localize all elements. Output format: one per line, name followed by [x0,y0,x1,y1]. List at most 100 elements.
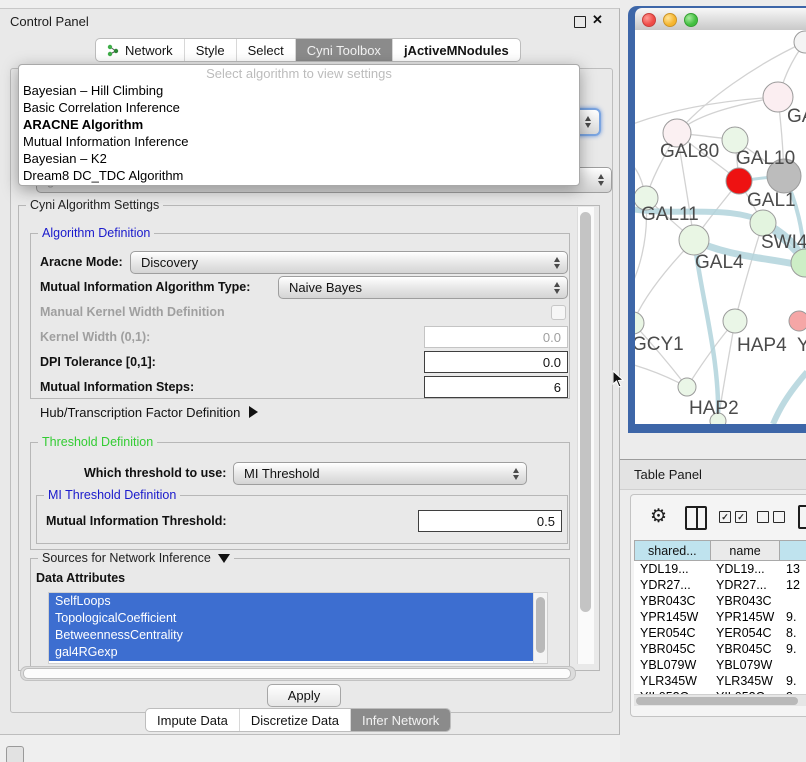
column-header-partial[interactable] [779,540,806,561]
float-window-icon[interactable] [574,16,586,28]
network-canvas[interactable]: GALGAL80GAL10GAL1GAL11GAL4SWI4GCY1HAP4YH… [635,30,806,424]
network-window-titlebar[interactable] [635,8,806,31]
list-scrollbar[interactable] [533,593,547,663]
aracne-mode-combo[interactable]: Discovery [130,251,568,274]
mi-threshold-field[interactable]: 0.5 [418,510,562,532]
column-header-name[interactable]: name [710,540,780,561]
table-row[interactable]: YPR145WYPR145W9. [634,609,806,625]
network-node[interactable] [794,31,806,53]
tab-label: jActiveMNodules [404,43,509,58]
table-cell: 9. [780,642,806,656]
window-zoom-icon[interactable] [684,13,698,27]
table-row[interactable]: YER054CYER054C8. [634,625,806,641]
mi-steps-value: 6 [554,380,561,395]
scrollbar-thumb[interactable] [536,597,545,653]
network-node[interactable] [679,225,709,255]
network-edge[interactable] [635,323,687,387]
network-edge[interactable] [773,372,806,424]
network-edge[interactable] [677,97,778,133]
expand-right-icon [249,406,258,418]
window-minimize-icon[interactable] [663,13,677,27]
dropdown-item[interactable]: Bayesian – Hill Climbing [19,82,579,99]
dropdown-item[interactable]: Basic Correlation Inference [19,99,579,116]
control-panel: Control Panel ✕ Network [0,8,620,735]
mi-algorithm-type-combo[interactable]: Naive Bayes [278,276,568,299]
table-cell: YLR345W [634,674,710,688]
tab-network[interactable]: Network [96,39,185,61]
split-view-icon[interactable] [685,506,707,530]
table-row[interactable]: YBR043CYBR043C [634,593,806,609]
aracne-mode-value: Discovery [141,255,198,270]
table-cell: YPR145W [634,610,710,624]
table-row[interactable]: YDR27...YDR27...12 [634,577,806,593]
tab-infer-network[interactable]: Infer Network [351,709,450,731]
network-node[interactable] [723,309,747,333]
mouse-cursor-icon [612,370,624,393]
gear-icon[interactable]: ⚙ [650,505,667,528]
column-header-shared-name[interactable]: shared... [634,540,710,561]
which-threshold-combo[interactable]: MI Threshold [233,462,527,485]
mi-threshold-label: Mutual Information Threshold: [46,514,227,528]
tab-style[interactable]: Style [185,39,237,61]
tab-cyni-toolbox[interactable]: Cyni Toolbox [296,39,393,61]
hub-definition-expander[interactable]: Hub/Transcription Factor Definition [40,405,258,420]
attribute-list-item[interactable]: TopologicalCoefficient [49,610,538,627]
tab-jactivemnodules[interactable]: jActiveMNodules [393,39,520,61]
dropdown-item[interactable]: Mutual Information Inference [19,133,579,150]
tab-select[interactable]: Select [237,39,296,61]
stepper-icon [598,174,604,186]
tab-discretize-data[interactable]: Discretize Data [240,709,351,731]
kernel-width-field[interactable]: 0.0 [424,326,568,348]
minimized-panel-icon[interactable] [6,746,24,762]
collapse-down-icon [218,554,230,563]
dropdown-item[interactable]: Dream8 DC_TDC Algorithm [19,167,579,184]
data-attributes-list[interactable]: SelfLoopsTopologicalCoefficientBetweenne… [48,592,548,664]
group-title: Sources for Network Inference [38,551,234,565]
group-title: Cyni Algorithm Settings [26,198,163,212]
stepper-icon [513,468,519,480]
apply-button[interactable]: Apply [267,684,341,707]
network-node[interactable] [635,312,644,334]
show-columns-icon[interactable]: ✓✓ [719,511,747,523]
table-row[interactable]: YLR345WYLR345W9. [634,673,806,689]
hide-columns-icon[interactable] [757,511,785,523]
settings-horizontal-scrollbar[interactable] [20,666,576,681]
mi-steps-field[interactable]: 6 [424,376,568,398]
dpi-tolerance-field[interactable]: 0.0 [424,351,568,373]
attribute-list-item[interactable]: SelfLoops [49,593,538,610]
attribute-list-item[interactable]: gal4RGexp [49,644,538,661]
table-cell: YDL19... [634,562,710,576]
attribute-list-item[interactable]: BetweennessCentrality [49,627,538,644]
bottom-tab-bar: Impute Data Discretize Data Infer Networ… [145,708,451,732]
table-row[interactable]: YBL079WYBL079W [634,657,806,673]
network-tab-icon [107,44,120,57]
dropdown-item[interactable]: ARACNE Algorithm [19,116,579,133]
tab-label: Select [248,43,284,58]
table-cell: 9. [780,674,806,688]
tab-label: Infer Network [362,713,439,728]
mi-algorithm-type-label: Mutual Information Algorithm Type: [40,280,250,294]
node-label: GCY1 [635,334,684,355]
table-row[interactable]: YBR045CYBR045C9. [634,641,806,657]
algorithm-dropdown-popup: Select algorithm to view settings Bayesi… [18,64,580,186]
dropdown-item[interactable]: Bayesian – K2 [19,150,579,167]
scrollbar-thumb[interactable] [580,212,591,612]
stepper-icon [585,116,591,128]
tab-impute-data[interactable]: Impute Data [146,709,240,731]
close-icon[interactable]: ✕ [592,12,603,28]
table-cell: YBL079W [710,658,780,672]
scrollbar-thumb[interactable] [23,668,571,679]
scrollbar-thumb[interactable] [636,697,798,705]
tab-label: Network [125,43,173,58]
table-row[interactable]: YDL19...YDL19...13 [634,561,806,577]
network-node[interactable] [678,378,696,396]
table-horizontal-scrollbar[interactable] [634,694,806,706]
settings-vertical-scrollbar[interactable] [577,207,594,664]
screen: Control Panel ✕ Network [0,0,806,762]
table-cell: 12 [780,578,806,592]
window-close-icon[interactable] [642,13,656,27]
document-icon[interactable] [798,505,806,529]
tab-label: Impute Data [157,713,228,728]
network-node[interactable] [789,311,806,331]
manual-kernel-width-checkbox[interactable] [551,305,566,320]
